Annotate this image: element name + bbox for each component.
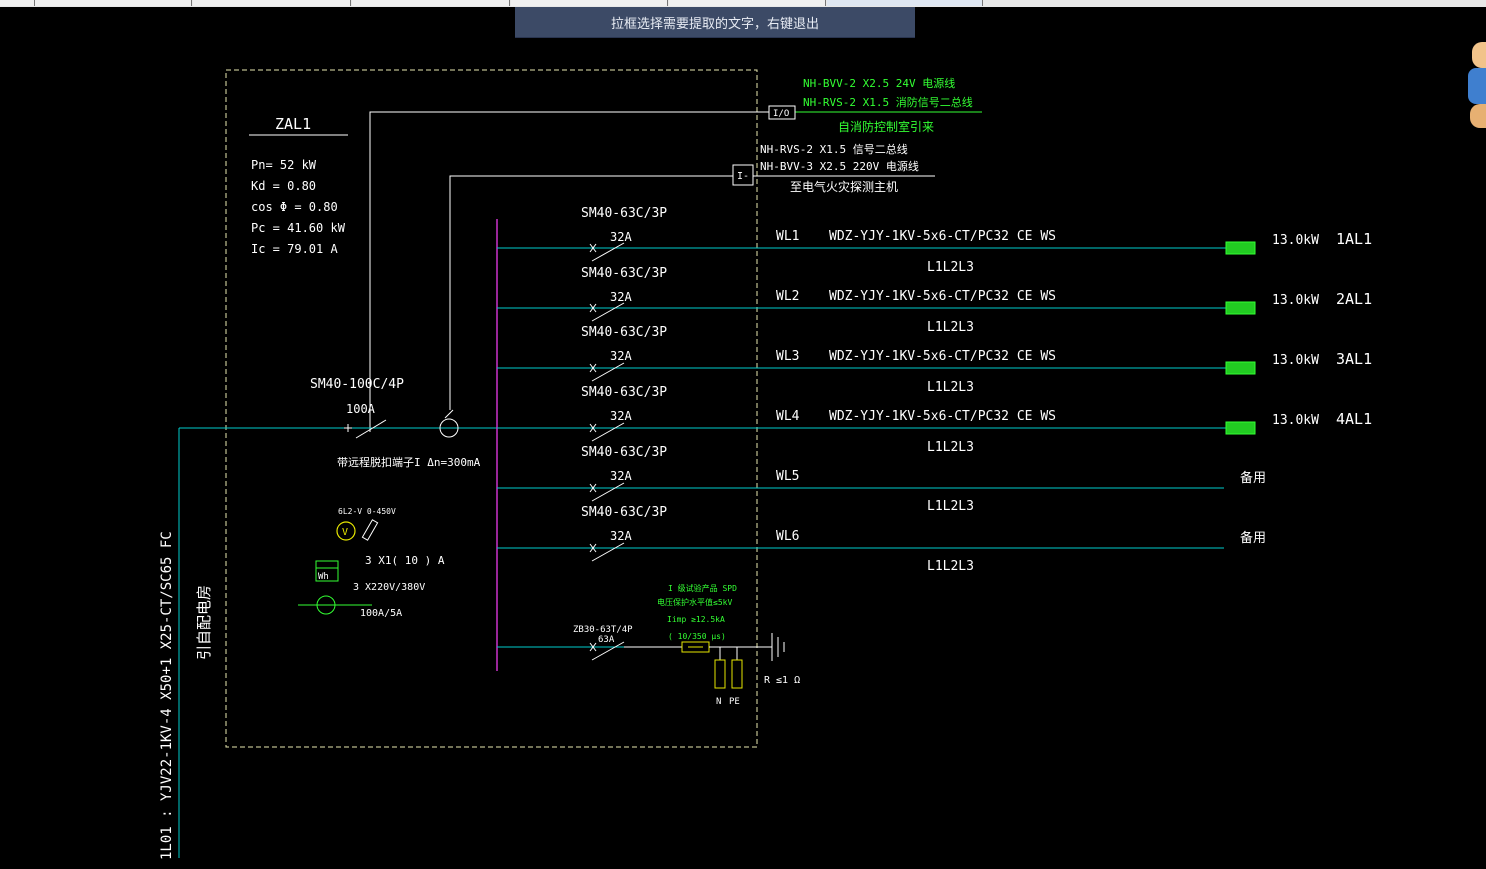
circuit-id: WL6 bbox=[776, 529, 799, 544]
panel-param: Kd = 0.80 bbox=[251, 179, 316, 193]
main-breaker-note: 带远程脱扣端子I Δn=300mA bbox=[337, 455, 481, 469]
panel-param: Pc = 41.60 kW bbox=[251, 221, 346, 235]
circuit-power: 13.0kW bbox=[1272, 233, 1319, 248]
circuit-id: WL4 bbox=[776, 409, 800, 424]
pe-terminal-label: PE bbox=[729, 697, 740, 707]
circuit-wl6[interactable]: SM40-63C/3P 32A WL6 L1L2L3 备用 bbox=[497, 505, 1266, 574]
circuit-id: WL1 bbox=[776, 229, 799, 244]
circuit-cable: WDZ-YJY-1KV-5x6-CT/PC32 CE WS bbox=[829, 229, 1056, 244]
circuit-breaker-rating: 32A bbox=[610, 230, 632, 244]
circuit-breaker-rating: 32A bbox=[610, 349, 632, 363]
circuit-breaker-symbol bbox=[589, 242, 625, 262]
fire-control-source: 自消防控制室引来 bbox=[838, 119, 934, 134]
circuit-cable: WDZ-YJY-1KV-5x6-CT/PC32 CE WS bbox=[829, 289, 1056, 304]
circuit-breaker-symbol bbox=[589, 422, 625, 442]
circuit-breaker-model: SM40-63C/3P bbox=[581, 325, 667, 340]
circuit-power: 13.0kW bbox=[1272, 293, 1319, 308]
circuit-phases: L1L2L3 bbox=[927, 440, 974, 455]
circuit-cable: WDZ-YJY-1KV-5x6-CT/PC32 CE WS bbox=[829, 349, 1056, 364]
ct-rating: 3 X1( 10 ) A bbox=[365, 554, 445, 567]
incoming-cable-label: 1L01 : YJV22-1KV-4 X50+1 X25-CT/SC65 FC bbox=[159, 531, 175, 860]
fire-alarm-box-label: I- bbox=[737, 171, 749, 182]
circuit-power: 13.0kW bbox=[1272, 413, 1319, 428]
energy-meter-rating: 3 X220V/380V bbox=[353, 582, 425, 593]
circuit-breaker-model: SM40-63C/3P bbox=[581, 206, 667, 221]
circuit-breaker-rating: 32A bbox=[610, 409, 632, 423]
panel-name: ZAL1 bbox=[275, 115, 311, 133]
panel-param: Ic = 79.01 A bbox=[251, 242, 338, 256]
n-terminal-label: N bbox=[716, 697, 721, 707]
circuit-spare: 备用 bbox=[1240, 530, 1266, 546]
circuit-phases: L1L2L3 bbox=[927, 559, 974, 574]
pe-terminal bbox=[731, 659, 743, 689]
circuit-power: 13.0kW bbox=[1272, 353, 1319, 368]
circuit-load-block bbox=[1225, 241, 1256, 255]
circuit-id: WL5 bbox=[776, 469, 799, 484]
spd-breaker-rating: 63A bbox=[598, 635, 615, 645]
circuit-wl1[interactable]: SM40-63C/3P 32A WL1 WDZ-YJY-1KV-5x6-CT/P… bbox=[497, 206, 1372, 275]
circuit-breaker-symbol bbox=[589, 302, 625, 322]
assistant-mascot-icon[interactable] bbox=[1468, 42, 1486, 132]
circuit-phases: L1L2L3 bbox=[927, 320, 974, 335]
circuit-id: WL2 bbox=[776, 289, 799, 304]
n-terminal bbox=[714, 659, 726, 689]
fire-control-line2: NH-RVS-2 X1.5 消防信号二总线 bbox=[803, 95, 973, 109]
energy-meter-symbol: Wh bbox=[318, 572, 329, 582]
spd-line2: 电压保护水平值≤5kV bbox=[657, 597, 732, 607]
circuit-breaker-rating: 32A bbox=[610, 290, 632, 304]
panel-param: Pn= 52 kW bbox=[251, 158, 317, 172]
fire-alarm-line2: NH-BVV-3 X2.5 220V 电源线 bbox=[760, 159, 919, 173]
circuit-breaker-rating: 32A bbox=[610, 469, 632, 483]
incoming-source-label: 引自配电房 bbox=[195, 585, 213, 660]
ground-resistance-label: R ≤1 Ω bbox=[764, 675, 800, 686]
voltmeter-symbol: V bbox=[342, 527, 348, 538]
voltmeter-label: 6L2-V 0-450V bbox=[338, 507, 396, 516]
spd-breaker-model: ZB30-63T/4P bbox=[573, 625, 633, 635]
circuit-breaker-symbol bbox=[589, 362, 625, 382]
circuit-phases: L1L2L3 bbox=[927, 499, 974, 514]
circuit-destination: 1AL1 bbox=[1336, 230, 1372, 248]
circuit-destination: 3AL1 bbox=[1336, 350, 1372, 368]
circuit-destination: 4AL1 bbox=[1336, 410, 1372, 428]
fire-control-line1: NH-BVV-2 X2.5 24V 电源线 bbox=[803, 76, 955, 90]
spd-line4: ( 10/350 μs) bbox=[668, 632, 726, 641]
circuit-spare: 备用 bbox=[1240, 470, 1266, 486]
circuit-breaker-model: SM40-63C/3P bbox=[581, 266, 667, 281]
circuit-breaker-symbol bbox=[589, 482, 625, 502]
circuit-load-block bbox=[1225, 301, 1256, 315]
spd-line3: Iimp ≥12.5kA bbox=[667, 615, 725, 624]
main-breaker-model: SM40-100C/4P bbox=[310, 377, 404, 392]
circuit-load-block bbox=[1225, 421, 1256, 435]
fire-control-wire bbox=[369, 111, 769, 432]
circuit-destination: 2AL1 bbox=[1336, 290, 1372, 308]
circuit-id: WL3 bbox=[776, 349, 799, 364]
circuit-breaker-symbol bbox=[589, 542, 625, 562]
circuit-breaker-model: SM40-63C/3P bbox=[581, 505, 667, 520]
circuit-breaker-rating: 32A bbox=[610, 529, 632, 543]
circuit-cable: WDZ-YJY-1KV-5x6-CT/PC32 CE WS bbox=[829, 409, 1056, 424]
main-breaker-rating: 100A bbox=[346, 402, 376, 416]
circuit-phases: L1L2L3 bbox=[927, 260, 974, 275]
current-transformer-symbol bbox=[439, 409, 459, 438]
io-label: I/O bbox=[773, 109, 789, 119]
panel-param: cos Φ = 0.80 bbox=[251, 200, 338, 214]
fire-alarm-line1: NH-RVS-2 X1.5 信号二总线 bbox=[760, 142, 908, 156]
circuit-phases: L1L2L3 bbox=[927, 380, 974, 395]
ct-ratio: 100A/5A bbox=[360, 608, 402, 619]
circuit-breaker-model: SM40-63C/3P bbox=[581, 445, 667, 460]
circuit-breaker-model: SM40-63C/3P bbox=[581, 385, 667, 400]
fire-alarm-dest: 至电气火灾探测主机 bbox=[790, 179, 898, 194]
circuit-load-block bbox=[1225, 361, 1256, 375]
fuse-icon bbox=[361, 519, 379, 541]
spd-line1: I 级试验产品 SPD bbox=[668, 583, 737, 593]
circuit-wl5[interactable]: SM40-63C/3P 32A WL5 L1L2L3 备用 bbox=[497, 445, 1266, 514]
ground-symbol bbox=[771, 633, 785, 661]
main-breaker-symbol bbox=[344, 419, 387, 439]
cad-drawing-canvas[interactable]: ZAL1 Pn= 52 kW Kd = 0.80 cos Φ = 0.80 Pc… bbox=[0, 0, 1486, 869]
